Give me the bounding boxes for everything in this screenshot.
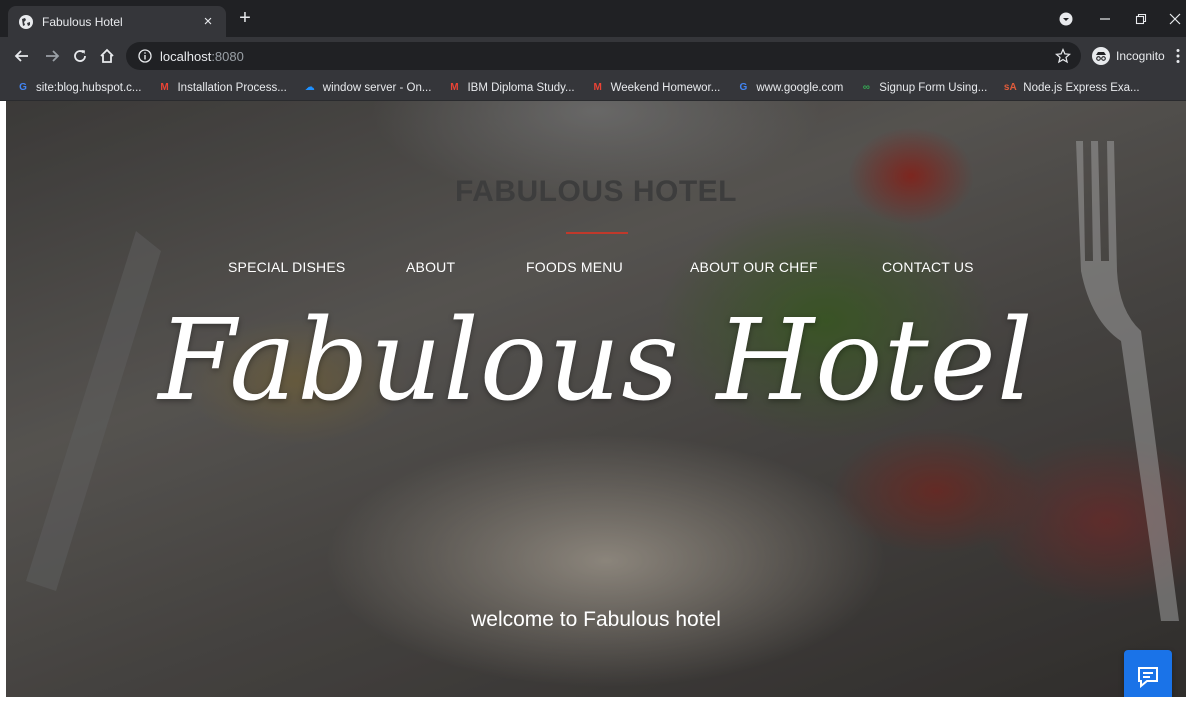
tab-close-icon[interactable]: ×: [200, 13, 216, 30]
tab-title: Fabulous Hotel: [42, 14, 123, 29]
bookmark-item[interactable]: ☁ window server - On...: [303, 81, 432, 95]
browser-toolbar: localhost:8080 Incognito: [0, 37, 1186, 75]
gg-icon: ∞: [862, 82, 870, 93]
globe-icon: [19, 14, 33, 29]
site-info-icon[interactable]: [138, 49, 152, 63]
reload-icon[interactable]: [70, 46, 90, 66]
url-port: :8080: [211, 48, 244, 64]
forward-arrow-icon[interactable]: [42, 46, 62, 66]
nav-about[interactable]: ABOUT: [406, 259, 455, 275]
page-bottom-strip: [0, 697, 1186, 717]
bookmark-label: www.google.com: [756, 81, 844, 94]
bookmark-label: IBM Diploma Study...: [467, 81, 575, 94]
bookmark-star-icon[interactable]: [1055, 48, 1071, 64]
bookmark-item[interactable]: Gsite:blog.hubspot.c...: [16, 81, 141, 95]
browser-tab-strip: Fabulous Hotel × +: [0, 0, 1186, 37]
bookmark-item[interactable]: M Installation Process...: [157, 81, 286, 95]
google-icon: G: [739, 82, 748, 93]
window-close-icon[interactable]: [1164, 0, 1186, 37]
restore-icon[interactable]: [1130, 0, 1152, 37]
google-icon: G: [19, 82, 27, 93]
nav-special-dishes[interactable]: SPECIAL DISHES: [228, 259, 345, 275]
bookmark-item[interactable]: M Weekend Homewor...: [591, 81, 721, 95]
bookmark-item[interactable]: Gwww.google.com: [736, 81, 843, 95]
bookmark-label: site:blog.hubspot.c...: [36, 81, 142, 94]
more-menu-icon[interactable]: [1176, 48, 1180, 64]
incognito-label: Incognito: [1116, 49, 1165, 63]
profile-dropdown-icon[interactable]: [1056, 0, 1076, 37]
bookmark-label: Node.js Express Exa...: [1023, 81, 1140, 94]
browser-tab-active[interactable]: Fabulous Hotel ×: [8, 6, 226, 37]
bookmark-label: window server - On...: [322, 81, 432, 94]
chat-button[interactable]: [1124, 650, 1172, 704]
bookmark-item[interactable]: ∞ Signup Form Using...: [859, 81, 988, 95]
bookmark-item[interactable]: M IBM Diploma Study...: [447, 81, 574, 95]
home-icon[interactable]: [97, 46, 117, 66]
incognito-badge[interactable]: Incognito: [1088, 43, 1173, 69]
address-bar[interactable]: localhost:8080: [126, 42, 1081, 70]
brand-underline: [566, 232, 628, 234]
new-tab-button[interactable]: +: [234, 7, 256, 29]
bookmarks-bar: Gsite:blog.hubspot.c... M Installation Pro…: [0, 75, 1186, 101]
nav-foods-menu[interactable]: FOODS MENU: [526, 259, 623, 275]
minimize-icon[interactable]: [1094, 0, 1116, 37]
nav-about-our-chef[interactable]: ABOUT OUR CHEF: [690, 259, 818, 275]
sa-icon: sA: [1003, 82, 1017, 93]
hero-title: Fabulous Hotel: [158, 296, 1034, 426]
nav-contact-us[interactable]: CONTACT US: [882, 259, 974, 275]
hero-section: FABULOUS HOTEL SPECIAL DISHES ABOUT FOOD…: [6, 101, 1186, 697]
bookmark-item[interactable]: sA Node.js Express Exa...: [1003, 81, 1140, 95]
gmail-icon: M: [450, 82, 459, 93]
cloud-icon: ☁: [304, 82, 315, 93]
gmail-icon: M: [160, 82, 169, 93]
bookmark-label: Weekend Homewor...: [610, 81, 721, 94]
welcome-text: welcome to Fabulous hotel: [471, 608, 721, 631]
main-nav: SPECIAL DISHES ABOUT FOODS MENU ABOUT OU…: [6, 259, 1186, 281]
back-arrow-icon[interactable]: [12, 46, 32, 66]
chat-icon: [1138, 667, 1158, 689]
incognito-icon: [1092, 47, 1110, 65]
bookmark-label: Installation Process...: [177, 81, 287, 94]
url-host: localhost: [160, 48, 212, 64]
bookmark-label: Signup Form Using...: [879, 81, 988, 94]
gmail-icon: M: [593, 82, 602, 93]
site-brand[interactable]: FABULOUS HOTEL: [6, 175, 1186, 209]
